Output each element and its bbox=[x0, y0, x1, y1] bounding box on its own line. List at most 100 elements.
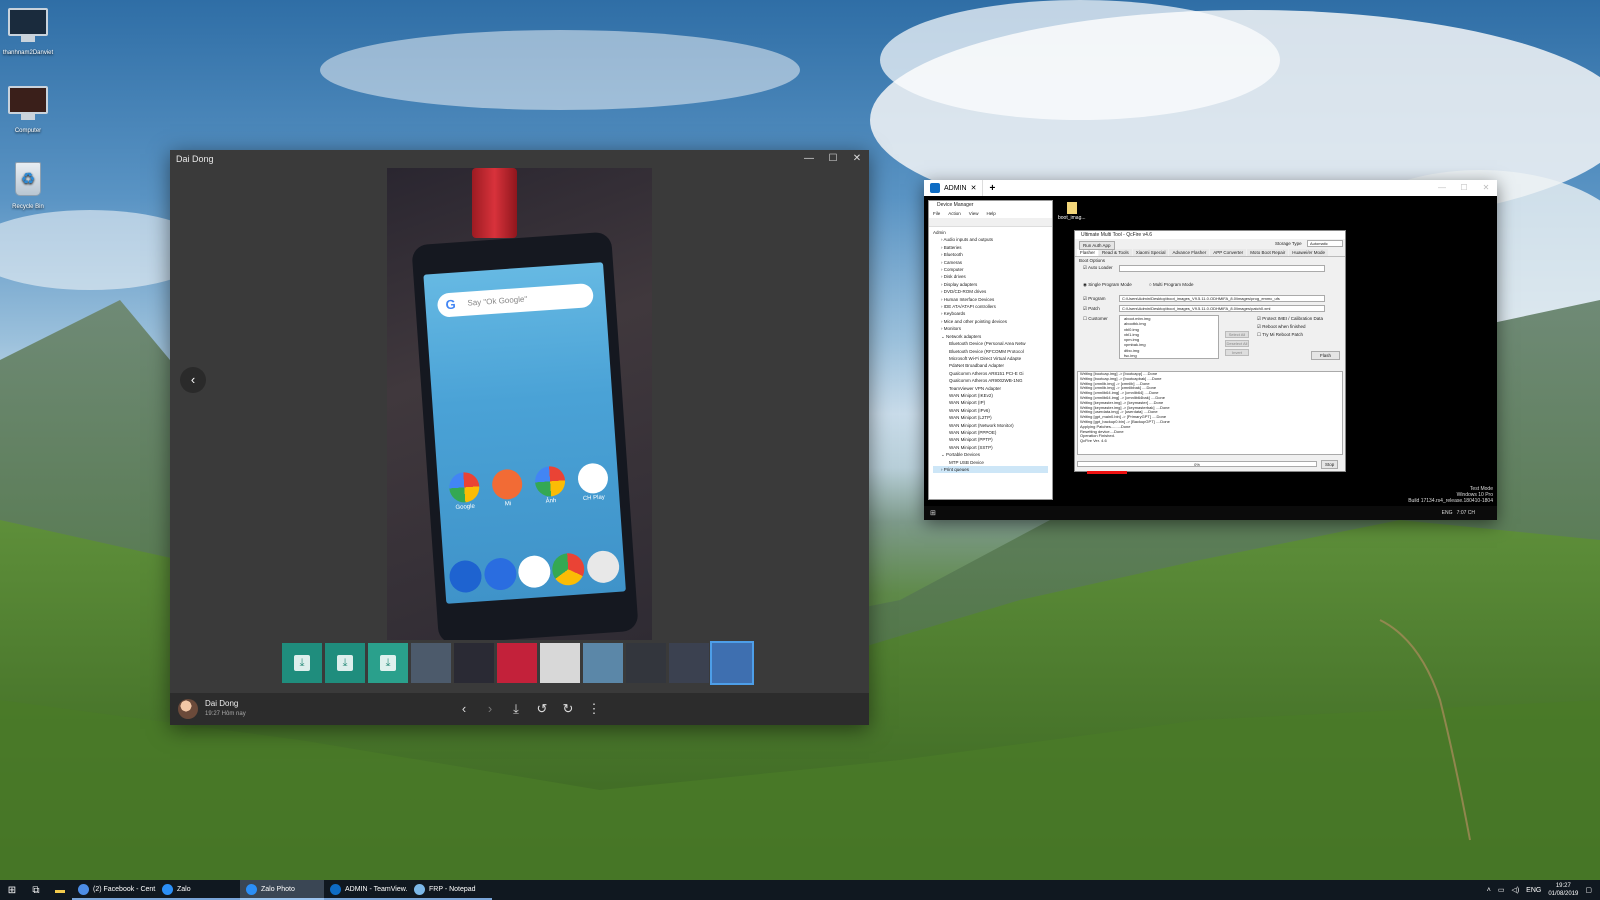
umt-tab[interactable]: Flasher bbox=[1077, 249, 1099, 256]
tree-device[interactable]: Qualcomm Atheros AR8151 PCI-E Gi bbox=[933, 370, 1048, 377]
menu-item[interactable]: File bbox=[933, 210, 940, 218]
photo-thumbnail[interactable] bbox=[626, 643, 666, 683]
list-action-button[interactable]: Deselect All bbox=[1225, 340, 1249, 347]
file-explorer-icon[interactable]: ▬ bbox=[48, 885, 72, 896]
umt-tab[interactable]: Advance Flasher bbox=[1169, 249, 1210, 256]
tree-category[interactable]: ⌄ Network adapters bbox=[933, 333, 1048, 340]
next-icon[interactable]: › bbox=[481, 699, 499, 719]
tree-category[interactable]: › Display adapters bbox=[933, 281, 1048, 288]
tray-chevron-icon[interactable]: ˄ bbox=[1487, 887, 1491, 894]
option-checkbox[interactable]: ☑ Protect IMEI / Calibration Data bbox=[1257, 315, 1323, 323]
language-indicator[interactable]: ENG bbox=[1526, 887, 1541, 894]
tree-category[interactable]: › Computer bbox=[933, 266, 1048, 273]
tree-category[interactable]: › Bluetooth bbox=[933, 251, 1048, 258]
rotate-left-icon[interactable]: ↺ bbox=[533, 699, 551, 719]
tree-category[interactable]: › Disk drives bbox=[933, 273, 1048, 280]
remote-desktop-file[interactable]: boot_imag... bbox=[1058, 202, 1086, 221]
taskbar-app[interactable]: Zalo bbox=[156, 880, 240, 900]
tab-close-icon[interactable]: ✕ bbox=[971, 184, 977, 192]
menu-item[interactable]: View bbox=[969, 210, 979, 218]
window-titlebar[interactable]: Dai Dong — ☐ ✕ bbox=[170, 150, 869, 168]
tree-device[interactable]: WAN Miniport (IP) bbox=[933, 399, 1048, 406]
tree-device[interactable]: MTP USB Device bbox=[933, 459, 1048, 466]
tree-device[interactable]: Bluetooth Device (Personal Area Netw bbox=[933, 340, 1048, 347]
new-tab-button[interactable]: + bbox=[983, 183, 1001, 194]
tree-category[interactable]: › Keyboards bbox=[933, 310, 1048, 317]
customer-checkbox[interactable]: ☐ Customer bbox=[1083, 315, 1108, 322]
multi-program-radio[interactable]: ○ Multi Program Mode bbox=[1149, 281, 1193, 288]
desktop-icon-thanhnam[interactable]: thanhnam2Danviet bbox=[2, 6, 54, 56]
more-options-icon[interactable]: ⋮ bbox=[585, 699, 603, 719]
photo-thumbnail[interactable]: ⤓ bbox=[325, 643, 365, 683]
remote-start-icon[interactable]: ⊞ bbox=[930, 509, 936, 517]
photo-thumbnail[interactable] bbox=[540, 643, 580, 683]
tree-category[interactable]: › Monitors bbox=[933, 325, 1048, 332]
clock[interactable]: 19:27 01/08/2019 bbox=[1548, 882, 1578, 898]
photo-thumbnail[interactable] bbox=[669, 643, 709, 683]
auto-loader-checkbox[interactable]: ☑ Auto Loader bbox=[1083, 264, 1113, 271]
maximize-button[interactable]: ☐ bbox=[821, 150, 845, 168]
prev-icon[interactable]: ‹ bbox=[455, 699, 473, 719]
tree-device[interactable]: Microsoft Wi-Fi Direct Virtual Adapte bbox=[933, 355, 1048, 362]
tree-device[interactable]: WAN Miniport (PPPOE) bbox=[933, 429, 1048, 436]
desktop-icon-recycle-bin[interactable]: ♻ Recycle Bin bbox=[2, 160, 54, 210]
tree-category[interactable]: › Cameras bbox=[933, 259, 1048, 266]
umt-tab[interactable]: Moto Boot Repair bbox=[1247, 249, 1289, 256]
taskbar-app[interactable]: FRP - Notepad bbox=[408, 880, 492, 900]
tree-category[interactable]: › Print queues bbox=[933, 466, 1048, 474]
auto-loader-field[interactable] bbox=[1119, 265, 1325, 272]
tree-category[interactable]: ⌄ Portable Devices bbox=[933, 451, 1048, 458]
download-icon[interactable]: ⤓ bbox=[507, 699, 525, 719]
tree-device[interactable]: Bluetooth Device (RFCOMM Protocol bbox=[933, 348, 1048, 355]
umt-tab[interactable]: Huawei/er Mode bbox=[1289, 249, 1328, 256]
photo-thumbnail[interactable] bbox=[710, 641, 754, 685]
tree-root[interactable]: Admin bbox=[933, 229, 1048, 236]
program-path-field[interactable]: C:\Users\Admin\Desktop\boot_images_V9.5.… bbox=[1119, 295, 1325, 302]
previous-photo-button[interactable]: ‹ bbox=[180, 367, 206, 393]
menu-item[interactable]: Action bbox=[948, 210, 961, 218]
photo-thumbnail[interactable] bbox=[411, 643, 451, 683]
task-view-icon[interactable]: ⧉ bbox=[24, 885, 48, 896]
tree-device[interactable]: WAN Miniport (IPv6) bbox=[933, 407, 1048, 414]
network-icon[interactable]: ▭ bbox=[1498, 886, 1505, 894]
patch-checkbox[interactable]: ☑ Patch bbox=[1083, 305, 1100, 312]
option-checkbox[interactable]: ☑ Reboot when finished bbox=[1257, 323, 1323, 331]
umt-tab[interactable]: Xiaomi Special bbox=[1132, 249, 1169, 256]
desktop-icon-computer[interactable]: Computer bbox=[2, 84, 54, 134]
close-button[interactable]: ✕ bbox=[845, 150, 869, 168]
list-action-button[interactable]: Invert bbox=[1225, 349, 1249, 356]
tree-device[interactable]: WAN Miniport (Network Monitor) bbox=[933, 422, 1048, 429]
tv-maximize-button[interactable]: ☐ bbox=[1453, 180, 1475, 196]
tv-minimize-button[interactable]: — bbox=[1431, 180, 1453, 196]
stop-button[interactable]: Stop bbox=[1321, 460, 1339, 469]
photo-thumbnail[interactable]: ⤓ bbox=[282, 643, 322, 683]
taskbar-app[interactable]: Zalo Photo bbox=[240, 880, 324, 900]
rotate-right-icon[interactable]: ↻ bbox=[559, 699, 577, 719]
program-checkbox[interactable]: ☑ Program bbox=[1083, 295, 1106, 302]
image-list[interactable]: aboot.mbn.img abootbk.img xbl0.img xbl1.img… bbox=[1119, 315, 1219, 359]
tv-close-button[interactable]: ✕ bbox=[1475, 180, 1497, 196]
photo-thumbnail[interactable] bbox=[583, 643, 623, 683]
minimize-button[interactable]: — bbox=[797, 150, 821, 168]
umt-tab[interactable]: Read & Tools bbox=[1099, 249, 1132, 256]
photo-thumbnail[interactable] bbox=[497, 643, 537, 683]
tree-category[interactable]: › Mice and other pointing devices bbox=[933, 318, 1048, 325]
volume-icon[interactable]: ◁) bbox=[1511, 886, 1519, 894]
image-list-item[interactable]: fsc.img bbox=[1124, 353, 1218, 358]
taskbar-app[interactable]: (2) Facebook - Cent... bbox=[72, 880, 156, 900]
photo-thumbnail[interactable] bbox=[454, 643, 494, 683]
tree-category[interactable]: › Audio inputs and outputs bbox=[933, 236, 1048, 243]
avatar[interactable] bbox=[178, 699, 198, 719]
tree-category[interactable]: › Human Interface Devices bbox=[933, 296, 1048, 303]
action-center-icon[interactable]: ▢ bbox=[1585, 886, 1592, 894]
tree-category[interactable]: › Batteries bbox=[933, 244, 1048, 251]
tree-category[interactable]: › DVD/CD-ROM drives bbox=[933, 288, 1048, 295]
windows-start-icon[interactable]: ⊞ bbox=[0, 885, 24, 896]
patch-path-field[interactable]: C:\Users\Admin\Desktop\boot_images_V9.5.… bbox=[1119, 305, 1325, 312]
umt-tab[interactable]: APP Converter bbox=[1210, 249, 1247, 256]
tree-device[interactable]: PdaNet Broadband Adapter bbox=[933, 362, 1048, 369]
tree-device[interactable]: WAN Miniport (SSTP) bbox=[933, 444, 1048, 451]
tree-device[interactable]: WAN Miniport (PPTP) bbox=[933, 436, 1048, 443]
option-checkbox[interactable]: ☐ Try Mi Reboot Patch bbox=[1257, 331, 1323, 339]
storage-type-select[interactable]: Automatic bbox=[1307, 240, 1343, 247]
